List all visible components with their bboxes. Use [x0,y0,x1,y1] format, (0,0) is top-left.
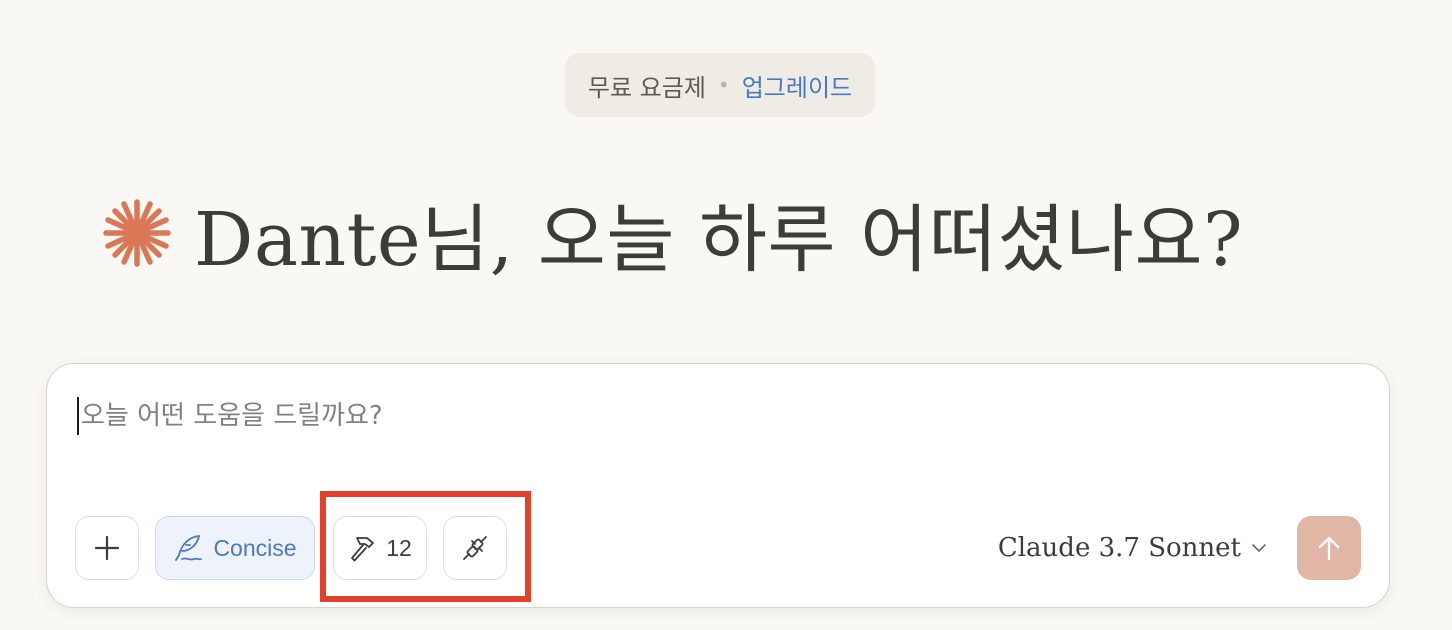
plug-icon [463,536,487,560]
hammer-icon [351,537,375,562]
plus-icon [94,535,120,561]
plan-separator: • [717,73,730,97]
arrow-up-icon [1318,536,1340,561]
tools-button[interactable]: 12 [333,516,427,580]
integrations-button[interactable] [443,516,507,580]
plan-label: 무료 요금제 [587,73,706,102]
send-button[interactable] [1297,516,1361,580]
style-button[interactable]: Concise [155,516,315,580]
prompt-area[interactable] [77,394,1359,438]
chevron-down-icon [1252,544,1266,552]
feather-icon [175,535,203,561]
model-selector[interactable]: Claude 3.7 Sonnet [998,516,1267,580]
greeting: Dante님, 오늘 하루 어떠셨나요? [100,178,1243,288]
greeting-text: Dante님, 오늘 하루 어떠셨나요? [194,196,1244,283]
prompt-input[interactable] [81,401,981,431]
chat-composer: Concise 12 Claude 3.7 Sonnet [46,363,1390,608]
model-name: Claude 3.7 Sonnet [997,533,1241,563]
claude-starburst-icon [103,199,171,267]
add-button[interactable] [75,516,139,580]
upgrade-link[interactable]: 업그레이드 [742,68,852,103]
plan-banner: 무료 요금제 • 업그레이드 [565,53,875,117]
style-label: Concise [213,534,297,561]
tools-count: 12 [386,534,412,561]
text-caret [77,397,79,435]
